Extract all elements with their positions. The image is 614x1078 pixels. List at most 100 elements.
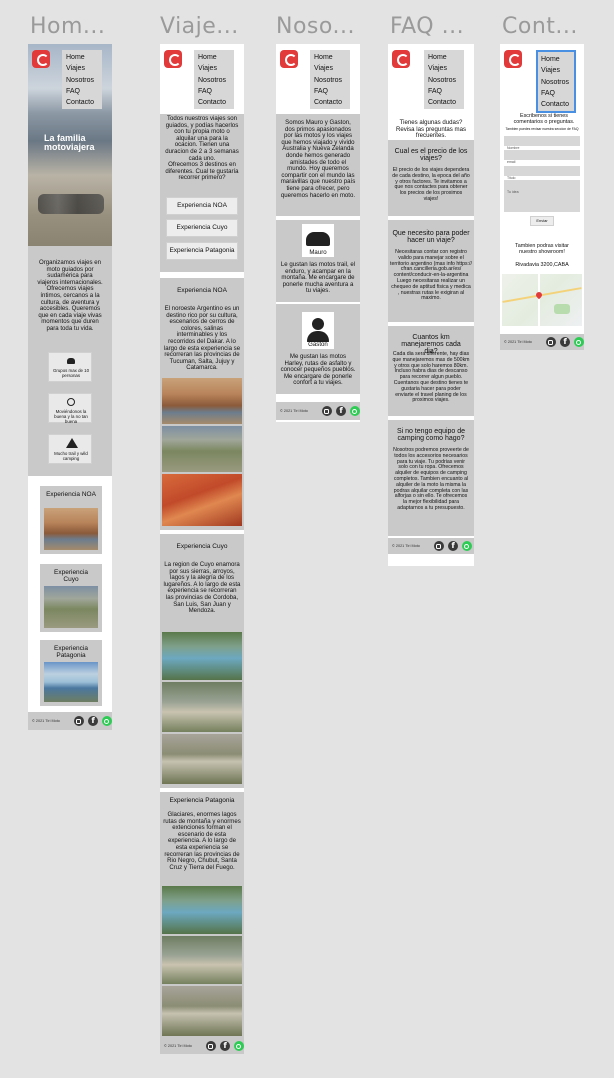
facebook-icon[interactable] bbox=[335, 406, 346, 416]
nav-item-viajes[interactable]: Viajes bbox=[541, 65, 574, 76]
artboard-viajes: Home Viajes Nosotros FAQ Contacto Todos … bbox=[160, 44, 244, 1054]
home-exp-card-patagonia[interactable]: Experiencia Patagonia bbox=[40, 640, 102, 706]
group-icon bbox=[306, 232, 330, 246]
address-text: Rivadavia 3200,CABA bbox=[515, 262, 569, 268]
nav-item-faq[interactable]: FAQ bbox=[66, 86, 102, 97]
contacto-intro-text: Escribenos si tienes comentarios o pregu… bbox=[513, 113, 575, 125]
nav-item-viajes[interactable]: Viajes bbox=[66, 63, 102, 74]
nav-item-home[interactable]: Home bbox=[541, 54, 574, 65]
person-text-gaston: Me gustan las motos Harley, rutas de asf… bbox=[280, 353, 356, 387]
home-intro-text: Organizamos viajes en moto guiados por s… bbox=[37, 259, 103, 332]
nav-item-contacto[interactable]: Contacto bbox=[198, 97, 234, 108]
name-field[interactable]: Nombre bbox=[504, 136, 580, 150]
artboard-title-home: Hom... bbox=[30, 14, 106, 39]
logo-icon[interactable] bbox=[32, 50, 50, 68]
instagram-icon[interactable] bbox=[321, 406, 332, 416]
instagram-icon[interactable] bbox=[205, 1041, 216, 1051]
home-exp-image-noa bbox=[44, 508, 98, 550]
logo-icon[interactable] bbox=[392, 50, 410, 68]
map-park bbox=[554, 304, 570, 314]
whatsapp-icon[interactable] bbox=[101, 716, 112, 726]
artboard-contacto: Home Viajes Nosotros FAQ Contacto Escrib… bbox=[500, 44, 584, 350]
location-map[interactable] bbox=[502, 274, 582, 326]
experiencia-patagonia-button[interactable]: Experiencia Patagonia bbox=[166, 242, 238, 260]
whatsapp-icon[interactable] bbox=[573, 337, 584, 347]
nav-item-faq[interactable]: FAQ bbox=[428, 86, 464, 97]
nav-item-home[interactable]: Home bbox=[314, 52, 350, 63]
nav-item-contacto[interactable]: Contacto bbox=[541, 99, 574, 110]
nav-item-nosotros[interactable]: Nosotros bbox=[428, 75, 464, 86]
instagram-icon[interactable] bbox=[433, 541, 444, 551]
faq-answer-camping: Nosotros podremos proveerte de todos los… bbox=[393, 447, 469, 511]
nav-item-home[interactable]: Home bbox=[66, 52, 102, 63]
viajes-noa-image-3 bbox=[162, 474, 242, 526]
faq-question-requirements: Que necesito para poder hacer un viaje? bbox=[392, 230, 470, 244]
viajes-noa-section: Experiencia NOA El noroeste Argentino es… bbox=[160, 278, 244, 530]
nav-item-viajes[interactable]: Viajes bbox=[198, 63, 234, 74]
footer-copyright: © 2021 Tiri Moto bbox=[392, 544, 420, 548]
nav-item-faq[interactable]: FAQ bbox=[541, 88, 574, 99]
facebook-icon[interactable] bbox=[559, 337, 570, 347]
viajes-patagonia-text: Glaciares, enormes lagos rutas de montañ… bbox=[163, 811, 241, 871]
nav-menu: Home Viajes Nosotros FAQ Contacto bbox=[62, 50, 102, 110]
title-field[interactable]: Titulo bbox=[504, 166, 580, 180]
home-exp-title-noa: Experiencia NOA bbox=[46, 491, 96, 498]
person-name-mauro: Mauro bbox=[302, 249, 334, 257]
person-icon bbox=[312, 318, 324, 330]
faq-question-camping: Si no tengo equipo de camping como hago? bbox=[396, 428, 466, 442]
group-icon bbox=[67, 358, 75, 364]
viajes-noa-image-2 bbox=[162, 426, 242, 472]
nav-item-viajes[interactable]: Viajes bbox=[314, 63, 350, 74]
viajes-patagonia-image-2 bbox=[162, 936, 242, 984]
nav-item-contacto[interactable]: Contacto bbox=[428, 97, 464, 108]
facebook-icon[interactable] bbox=[219, 1041, 230, 1051]
logo-icon[interactable] bbox=[164, 50, 182, 68]
nav-item-nosotros[interactable]: Nosotros bbox=[314, 75, 350, 86]
home-exp-card-cuyo[interactable]: Experiencia Cuyo bbox=[40, 564, 102, 632]
nav-item-nosotros[interactable]: Nosotros bbox=[541, 77, 574, 88]
nav-item-faq[interactable]: FAQ bbox=[198, 86, 234, 97]
logo-icon[interactable] bbox=[504, 50, 522, 68]
whatsapp-icon[interactable] bbox=[233, 1041, 244, 1051]
home-exp-image-patagonia bbox=[44, 662, 98, 702]
whatsapp-icon[interactable] bbox=[461, 541, 472, 551]
map-pin-icon bbox=[534, 290, 544, 300]
feature-label-smile: Moviéndonos la buena y la no tan buena bbox=[54, 409, 88, 424]
nav-item-faq[interactable]: FAQ bbox=[314, 86, 350, 97]
feature-card-smile: Moviéndonos la buena y la no tan buena bbox=[48, 393, 92, 424]
faq-question-price: Cual es el precio de los viajes? bbox=[394, 148, 468, 162]
nav-item-home[interactable]: Home bbox=[428, 52, 464, 63]
nav-item-nosotros[interactable]: Nosotros bbox=[66, 75, 102, 86]
logo-icon[interactable] bbox=[280, 50, 298, 68]
whatsapp-icon[interactable] bbox=[349, 406, 360, 416]
nav-menu: Home Viajes Nosotros FAQ Contacto bbox=[310, 50, 350, 110]
viajes-intro-text: Todos nuestros viajes son guiados, y pod… bbox=[165, 115, 239, 162]
artboard-nosotros: Home Viajes Nosotros FAQ Contacto Somos … bbox=[276, 44, 360, 422]
idea-textarea[interactable]: Tu idea bbox=[504, 180, 580, 212]
facebook-icon[interactable] bbox=[447, 541, 458, 551]
viajes-patagonia-title: Experiencia Patagonia bbox=[169, 797, 235, 804]
person-name-gaston: Gaston bbox=[302, 341, 334, 349]
facebook-icon[interactable] bbox=[87, 716, 98, 726]
person-card-gaston: Gaston Me gustan las motos Harley, rutas… bbox=[276, 304, 360, 394]
faq-item-camping: Si no tengo equipo de camping como hago?… bbox=[388, 420, 474, 536]
footer-copyright: © 2021 Tiri Moto bbox=[32, 719, 60, 723]
nav-item-contacto[interactable]: Contacto bbox=[314, 97, 350, 108]
send-button[interactable]: Enviar bbox=[530, 216, 554, 226]
email-field-label: email bbox=[507, 160, 516, 164]
hero-motorcycles bbox=[38, 194, 104, 214]
nav-item-contacto[interactable]: Contacto bbox=[66, 97, 102, 108]
faq-item-price: Cual es el precio de los viajes? El prec… bbox=[388, 140, 474, 216]
email-field[interactable]: email bbox=[504, 150, 580, 164]
nav-item-viajes[interactable]: Viajes bbox=[428, 63, 464, 74]
instagram-icon[interactable] bbox=[73, 716, 84, 726]
viajes-noa-text: El noroeste Argentino es un destino rico… bbox=[163, 305, 241, 372]
nav-item-nosotros[interactable]: Nosotros bbox=[198, 75, 234, 86]
experiencia-cuyo-button[interactable]: Experiencia Cuyo bbox=[166, 219, 238, 237]
mountain-icon bbox=[66, 438, 78, 448]
instagram-icon[interactable] bbox=[545, 337, 556, 347]
home-exp-card-noa[interactable]: Experiencia NOA bbox=[40, 486, 102, 554]
nav-item-home[interactable]: Home bbox=[198, 52, 234, 63]
faq-item-requirements: Que necesito para poder hacer un viaje? … bbox=[388, 220, 474, 322]
experiencia-noa-button[interactable]: Experiencia NOA bbox=[166, 197, 238, 215]
